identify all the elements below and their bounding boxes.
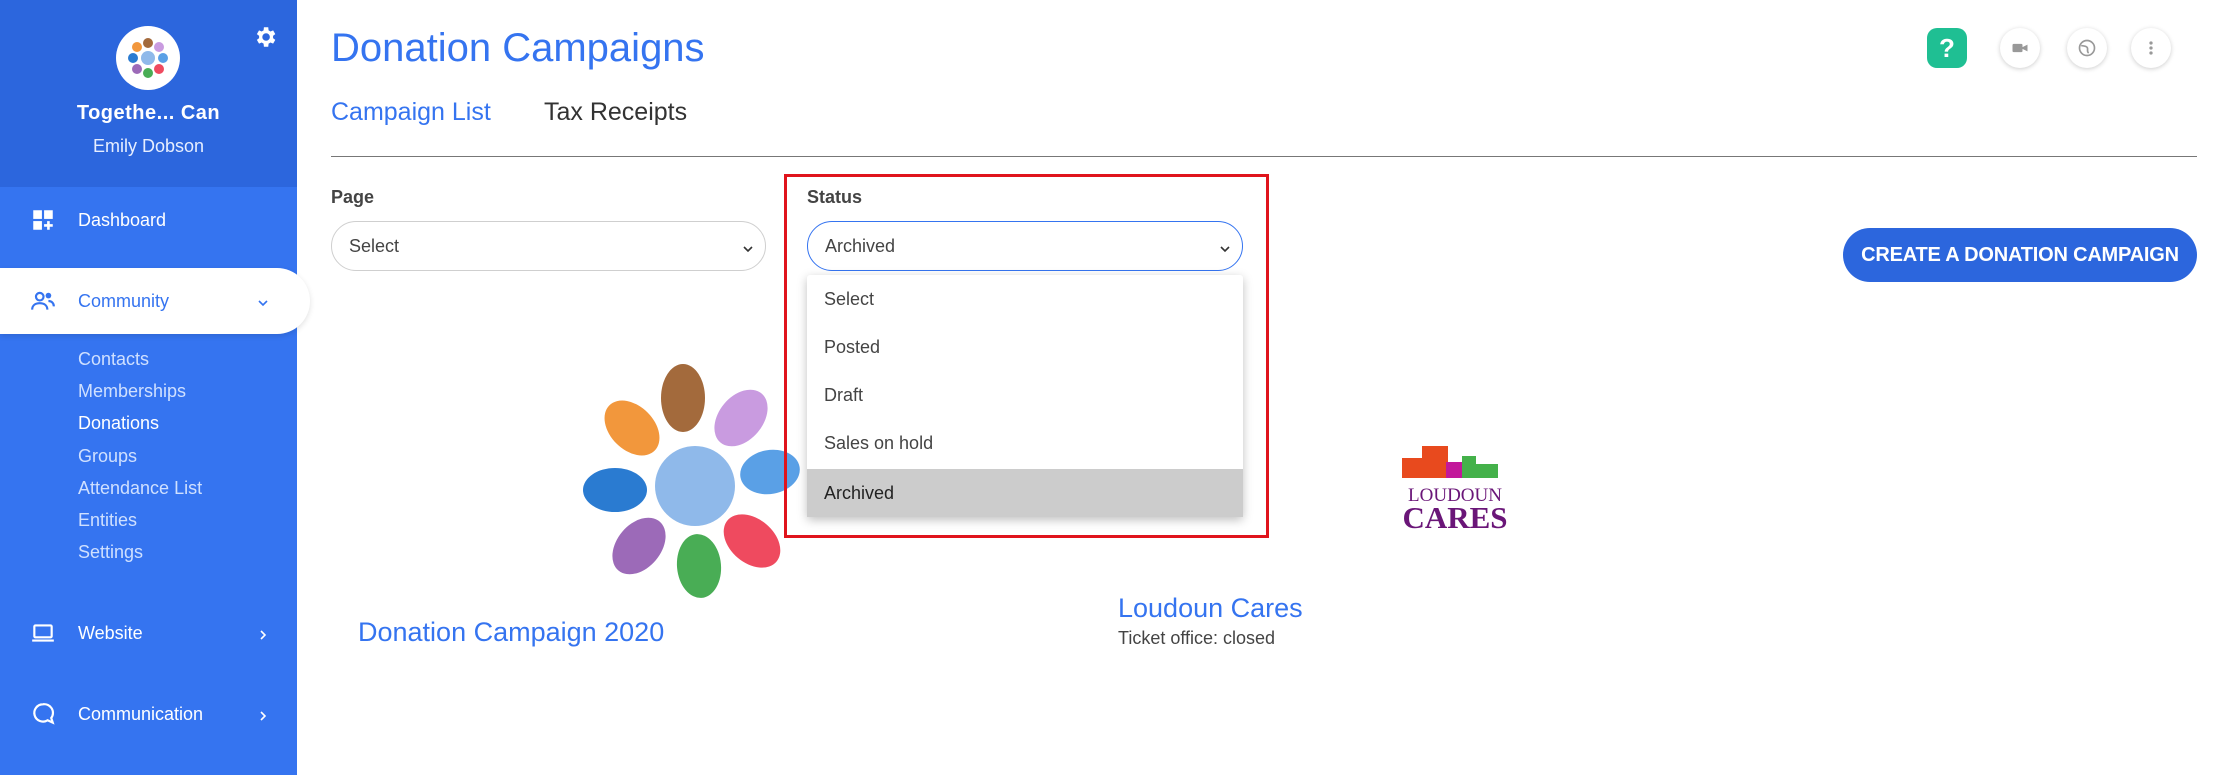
sidebar-item-settings[interactable]: Settings xyxy=(78,542,143,563)
video-icon[interactable] xyxy=(2000,28,2040,68)
page-select[interactable]: Select xyxy=(331,221,766,271)
sidebar-item-groups[interactable]: Groups xyxy=(78,446,137,467)
page-select-value: Select xyxy=(349,235,400,256)
create-donation-campaign-button[interactable]: CREATE A DONATION CAMPAIGN xyxy=(1843,228,2197,282)
donation-campaign-2020-logo[interactable] xyxy=(565,356,805,616)
campaign-title-link[interactable]: Loudoun Cares xyxy=(1118,593,1303,624)
sidebar-item-entities[interactable]: Entities xyxy=(78,510,137,531)
nav-community[interactable]: Community xyxy=(0,268,310,334)
user-name: Emily Dobson xyxy=(92,136,205,156)
campaign-title-link[interactable]: Donation Campaign 2020 xyxy=(358,617,664,648)
highlight-box xyxy=(784,174,1269,538)
chevron-right-icon xyxy=(256,626,270,640)
sidebar-brand: Togethe... Can Emily Dobson xyxy=(0,0,297,187)
laptop-icon xyxy=(30,620,56,646)
gear-icon[interactable] xyxy=(252,24,278,50)
tab-divider xyxy=(331,156,2197,157)
sidebar-item-memberships[interactable]: Memberships xyxy=(78,381,186,402)
nav-website-label: Website xyxy=(78,622,143,643)
help-icon[interactable]: ? xyxy=(1927,28,1967,68)
nav-communication-label: Communication xyxy=(78,703,204,724)
org-avatar[interactable] xyxy=(116,26,180,90)
community-icon xyxy=(30,288,56,314)
sidebar-item-donations[interactable]: Donations xyxy=(78,413,159,434)
nav-website[interactable]: Website xyxy=(0,600,297,666)
chevron-right-icon xyxy=(256,707,270,721)
org-name: Togethe... Can xyxy=(76,102,221,124)
chevron-down-icon xyxy=(741,240,755,254)
sidebar: Togethe... Can Emily Dobson Dashboard Co… xyxy=(0,0,310,775)
globe-icon[interactable] xyxy=(2067,28,2107,68)
chat-icon xyxy=(30,701,56,727)
svg-text:CARES: CARES xyxy=(1402,500,1507,534)
nav-community-label: Community xyxy=(78,290,170,311)
loudoun-cares-logo[interactable]: LOUDOUN CARES xyxy=(1390,444,1520,535)
nav-dashboard-label: Dashboard xyxy=(78,209,167,230)
dashboard-icon xyxy=(30,207,56,233)
sidebar-item-attendance-list[interactable]: Attendance List xyxy=(78,478,202,499)
nav-communication[interactable]: Communication xyxy=(0,681,297,747)
more-vertical-icon[interactable] xyxy=(2131,28,2171,68)
page-title: Donation Campaigns xyxy=(331,26,705,70)
chevron-down-icon xyxy=(256,294,270,308)
sidebar-item-contacts[interactable]: Contacts xyxy=(78,349,149,370)
tab-campaign-list[interactable]: Campaign List xyxy=(331,98,491,127)
nav-dashboard[interactable]: Dashboard xyxy=(0,187,297,253)
tab-tax-receipts[interactable]: Tax Receipts xyxy=(544,98,687,127)
page-filter-label: Page xyxy=(331,187,375,207)
campaign-status-text: Ticket office: closed xyxy=(1118,628,1276,648)
org-logo-icon xyxy=(128,38,168,78)
